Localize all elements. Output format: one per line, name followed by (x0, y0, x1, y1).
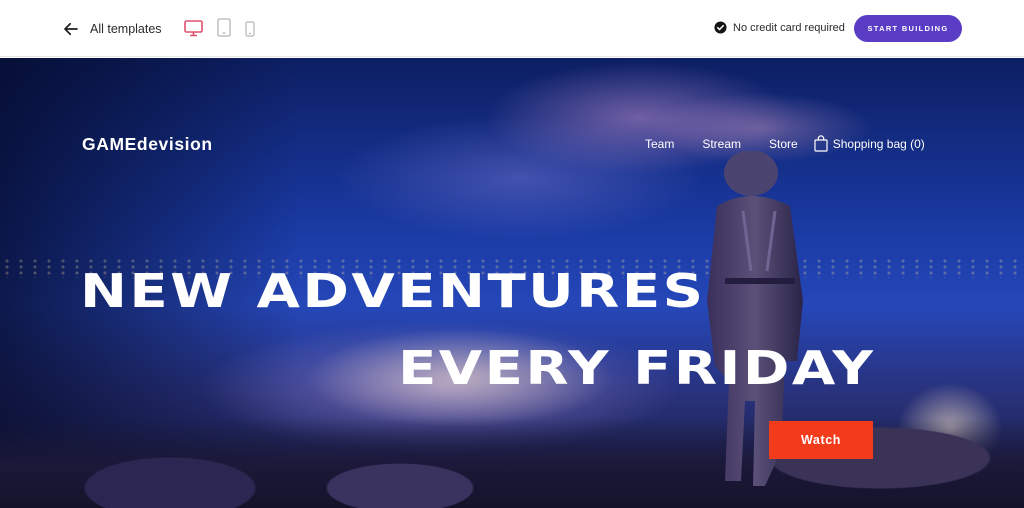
nav-item-store[interactable]: Store (769, 137, 798, 151)
shopping-bag-icon (814, 135, 828, 152)
device-switcher (184, 18, 255, 37)
hero-headline-line-1: NEW ADVENTURES (80, 264, 706, 318)
template-preview-toolbar: All templates No credit card required ST… (0, 0, 1024, 57)
all-templates-back-button[interactable]: All templates (62, 17, 162, 41)
hero-headline-line-2: EVERY FRIDAY (398, 341, 876, 395)
shopping-bag-link[interactable]: Shopping bag (0) (814, 135, 925, 152)
no-credit-card-label: No credit card required (733, 21, 845, 34)
site-nav: Team Stream Store Shopping bag (0) (645, 135, 925, 152)
start-building-button[interactable]: START BUILDING (854, 15, 962, 42)
no-credit-card-note: No credit card required (714, 21, 845, 34)
nav-item-team[interactable]: Team (645, 137, 674, 151)
tablet-view-icon[interactable] (217, 18, 231, 37)
arrow-left-icon (64, 22, 78, 36)
nav-item-stream[interactable]: Stream (702, 137, 741, 151)
mobile-view-icon[interactable] (245, 21, 255, 37)
desktop-view-icon[interactable] (184, 20, 203, 37)
all-templates-label: All templates (90, 22, 162, 36)
watch-button[interactable]: Watch (769, 421, 873, 459)
site-logo[interactable]: GAMEdevision (82, 134, 213, 155)
shopping-bag-label: Shopping bag (0) (832, 136, 925, 151)
check-circle-icon (714, 21, 727, 34)
